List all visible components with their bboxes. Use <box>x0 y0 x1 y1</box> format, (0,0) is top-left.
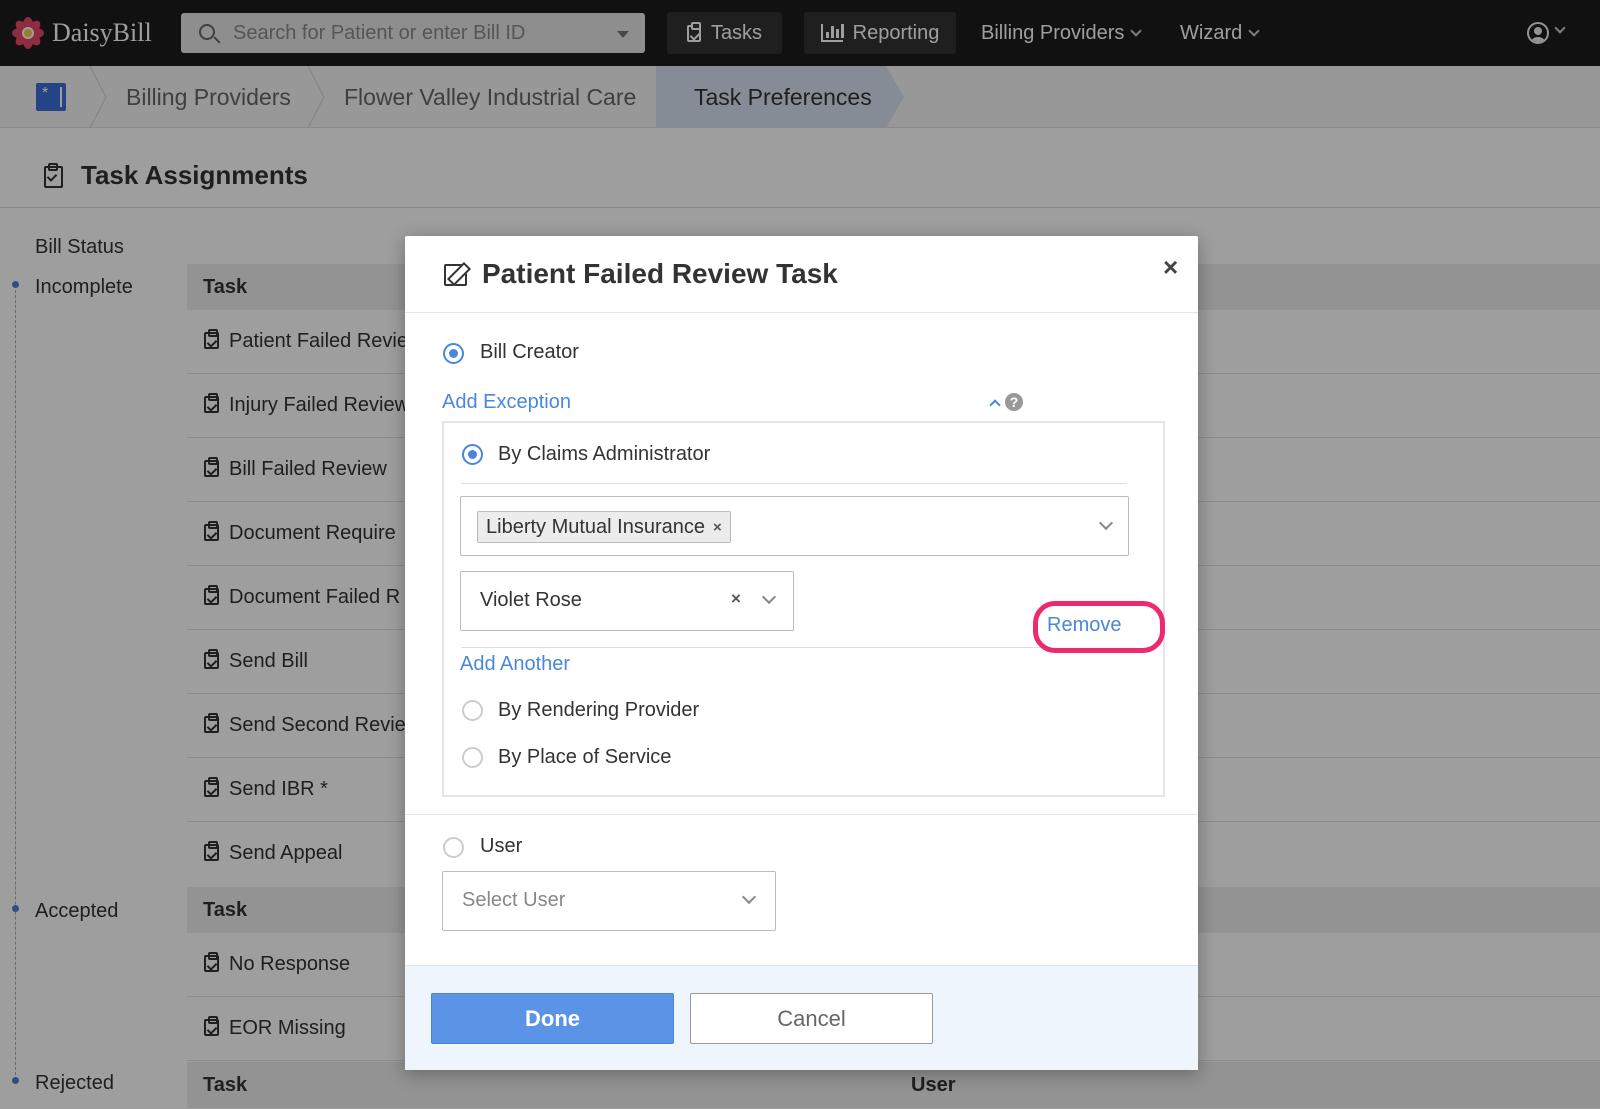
assignee-select[interactable]: Violet Rose × <box>460 571 794 631</box>
claims-admin-tag-label: Liberty Mutual Insurance <box>486 515 706 538</box>
by-claims-admin-label[interactable]: By Claims Administrator <box>498 443 710 466</box>
divider <box>461 647 1041 648</box>
by-claims-admin-radio[interactable] <box>462 444 483 465</box>
done-button[interactable]: Done <box>431 993 674 1044</box>
modal-header: Patient Failed Review Task × <box>405 236 1198 313</box>
chevron-down-icon <box>741 889 757 905</box>
bill-creator-radio[interactable] <box>443 343 464 364</box>
task-assignment-modal: Patient Failed Review Task × Bill Creato… <box>405 236 1198 1070</box>
by-rendering-provider-radio[interactable] <box>462 700 483 721</box>
user-radio[interactable] <box>443 837 464 858</box>
assignee-value: Violet Rose <box>480 589 582 611</box>
chevron-up-icon[interactable] <box>989 399 1001 411</box>
cancel-button[interactable]: Cancel <box>690 993 933 1044</box>
help-icon[interactable]: ? <box>1005 393 1023 411</box>
remove-highlight <box>1033 601 1165 653</box>
select-user-placeholder: Select User <box>462 889 566 911</box>
by-place-of-service-label[interactable]: By Place of Service <box>498 746 671 769</box>
add-exception-link[interactable]: Add Exception <box>442 391 571 414</box>
by-rendering-provider-label[interactable]: By Rendering Provider <box>498 699 699 722</box>
divider <box>405 814 1198 815</box>
add-another-link[interactable]: Add Another <box>460 653 570 676</box>
edit-icon <box>444 264 467 286</box>
chevron-down-icon[interactable] <box>761 589 777 605</box>
tag-remove-icon[interactable]: × <box>713 519 722 536</box>
modal-footer: Done Cancel <box>405 965 1198 1070</box>
close-icon[interactable]: × <box>1163 252 1178 283</box>
chevron-down-icon[interactable] <box>1098 515 1114 531</box>
claims-admin-tag: Liberty Mutual Insurance × <box>477 511 731 543</box>
clear-icon[interactable]: × <box>731 589 741 609</box>
user-label[interactable]: User <box>480 835 522 858</box>
modal-title: Patient Failed Review Task <box>482 258 838 289</box>
by-place-of-service-radio[interactable] <box>462 747 483 768</box>
bill-creator-label[interactable]: Bill Creator <box>480 341 579 364</box>
select-user-dropdown[interactable]: Select User <box>442 871 776 931</box>
claims-admin-multiselect[interactable]: Liberty Mutual Insurance × <box>460 496 1129 556</box>
divider <box>461 483 1127 484</box>
